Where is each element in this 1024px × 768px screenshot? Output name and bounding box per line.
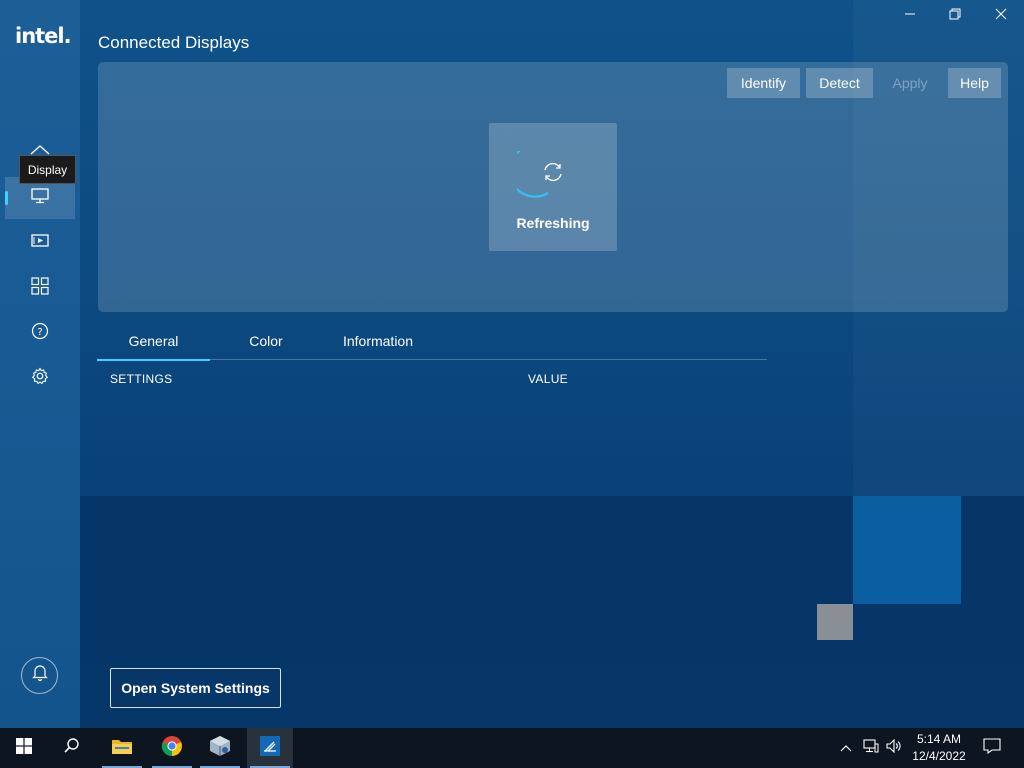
speaker-icon xyxy=(886,738,902,758)
sidebar-item-settings[interactable] xyxy=(5,357,75,399)
refresh-icon xyxy=(541,161,565,188)
sidebar-item-video[interactable] xyxy=(5,222,75,264)
sidebar-item-apps[interactable] xyxy=(5,267,75,309)
taskbar: 5:14 AM 12/4/2022 xyxy=(0,728,1024,768)
close-button[interactable] xyxy=(978,4,1024,28)
apply-button: Apply xyxy=(879,68,941,98)
apps-grid-icon xyxy=(31,276,49,300)
sidebar-item-help[interactable]: ? xyxy=(5,312,75,354)
settings-column-header: SETTINGS xyxy=(110,372,173,386)
display-tooltip: Display xyxy=(19,155,76,184)
intel-graphics-icon xyxy=(259,735,281,762)
folder-icon xyxy=(111,737,133,760)
taskbar-virtualbox[interactable] xyxy=(197,728,243,768)
display-icon xyxy=(31,187,49,209)
identify-button[interactable]: Identify xyxy=(727,68,800,98)
close-icon xyxy=(995,7,1007,25)
search-icon xyxy=(63,737,81,760)
help-circle-icon: ? xyxy=(31,322,49,345)
refreshing-label: Refreshing xyxy=(516,215,590,231)
clock-time: 5:14 AM xyxy=(916,732,962,746)
notification-button[interactable] xyxy=(21,657,58,694)
gear-icon xyxy=(31,366,49,390)
open-system-settings-button[interactable]: Open System Settings xyxy=(110,668,281,708)
volume-tray-button[interactable] xyxy=(883,728,905,768)
video-icon xyxy=(31,233,49,254)
taskbar-intel-graphics[interactable] xyxy=(247,728,293,768)
page-title: Connected Displays xyxy=(98,33,250,52)
app-window: intel. ? Display Connected Displays Iden… xyxy=(0,0,1024,728)
network-tray-button[interactable] xyxy=(860,728,882,768)
decorative-blue-square xyxy=(853,496,961,604)
svg-text:?: ? xyxy=(37,327,42,338)
displays-panel: Identify Detect Apply Help Refreshing xyxy=(98,62,1008,312)
refreshing-indicator: Refreshing xyxy=(489,123,617,251)
tab-color[interactable]: Color xyxy=(230,322,302,360)
intel-logo: intel. xyxy=(15,24,72,48)
detect-button[interactable]: Detect xyxy=(806,68,873,98)
value-column-header: VALUE xyxy=(528,372,568,386)
minimize-icon xyxy=(904,7,916,25)
tab-bar: General Color Information xyxy=(97,322,767,361)
start-button[interactable] xyxy=(1,728,47,768)
taskbar-chrome[interactable] xyxy=(149,728,195,768)
help-button[interactable]: Help xyxy=(948,68,1001,98)
tab-information[interactable]: Information xyxy=(325,322,431,360)
minimize-button[interactable] xyxy=(887,4,933,28)
notification-chat-icon xyxy=(983,737,1001,759)
virtualbox-icon xyxy=(209,735,231,762)
tray-overflow-button[interactable] xyxy=(835,728,857,768)
bell-icon xyxy=(31,664,48,687)
taskbar-file-explorer[interactable] xyxy=(99,728,145,768)
search-button[interactable] xyxy=(49,728,95,768)
clock-date: 12/4/2022 xyxy=(912,749,966,763)
restore-icon xyxy=(949,7,961,25)
network-icon xyxy=(863,738,879,758)
decorative-gray-square xyxy=(817,604,853,640)
taskbar-clock[interactable]: 5:14 AM 12/4/2022 xyxy=(906,731,972,765)
chevron-up-icon xyxy=(840,739,852,757)
sidebar: intel. ? Display xyxy=(0,0,80,728)
chrome-icon xyxy=(161,735,183,762)
tab-general[interactable]: General xyxy=(97,322,210,361)
windows-logo-icon xyxy=(16,737,32,759)
restore-button[interactable] xyxy=(932,4,978,28)
action-center-button[interactable] xyxy=(980,728,1004,768)
